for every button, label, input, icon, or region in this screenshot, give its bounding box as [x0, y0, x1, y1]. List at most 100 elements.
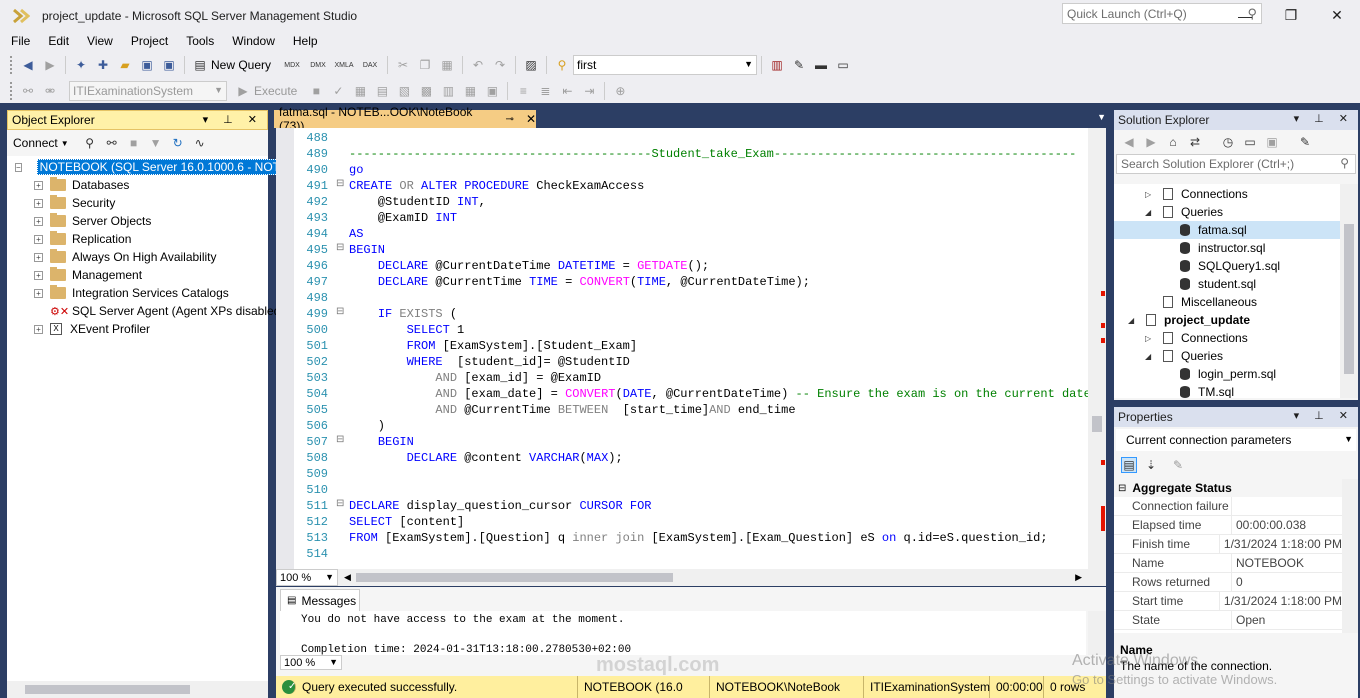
solution-node[interactable]: ◢ project_update — [1114, 311, 1340, 329]
messages-tab[interactable]: ▤ Messages — [280, 589, 360, 611]
solution-node[interactable]: ◢ Queries — [1114, 203, 1340, 221]
include-plan-icon[interactable]: ▩ — [418, 83, 434, 99]
properties-icon[interactable]: ▥ — [769, 57, 785, 73]
execute-button[interactable]: Execute — [254, 84, 297, 98]
code-line[interactable]: 499 IF EXISTS ( — [276, 306, 1086, 322]
estimated-plan-icon[interactable]: ▦ — [352, 83, 368, 99]
code-line[interactable]: 503 AND [exam_id] = @ExamID — [276, 370, 1086, 386]
disconnect-icon[interactable]: ⚮ — [42, 83, 58, 99]
menu-project[interactable]: Project — [120, 34, 175, 48]
editor-hscroll-thumb[interactable] — [355, 573, 673, 582]
expand-icon[interactable]: + — [34, 234, 43, 244]
solution-vscroll[interactable] — [1340, 184, 1358, 398]
code-line[interactable]: 510 — [276, 482, 1086, 498]
solution-node[interactable]: ◢ Queries — [1114, 347, 1340, 365]
dmx-query-icon[interactable]: DMX — [308, 57, 328, 73]
code-line[interactable]: 491 CREATE OR ALTER PROCEDURE CheckExamAc… — [276, 178, 1086, 194]
categorized-icon[interactable]: ▤ — [1121, 457, 1137, 473]
show-all-icon[interactable]: ▣ — [1264, 134, 1280, 150]
collapse-region-icon[interactable]: ⊟ — [336, 498, 344, 510]
solution-search-input[interactable]: Search Solution Explorer (Ctrl+;) ⚲ — [1116, 154, 1356, 174]
cut-icon[interactable]: ✂ — [395, 57, 411, 73]
editor-tab-fatma[interactable]: fatma.sql - NOTEB...OOK\NoteBook (73)) ⊸… — [274, 105, 536, 133]
collapse-icon[interactable]: − — [15, 162, 22, 172]
code-line[interactable]: 490 go — [276, 162, 1086, 178]
refresh-icon[interactable]: ↻ — [170, 135, 186, 151]
wrench-icon[interactable]: ✎ — [791, 57, 807, 73]
cancel-query-icon[interactable]: ■ — [308, 83, 324, 99]
property-row[interactable]: Elapsed time 00:00:00.038 — [1114, 516, 1342, 535]
solution-node[interactable]: fatma.sql — [1114, 221, 1340, 239]
toolbar-grip[interactable] — [10, 56, 13, 74]
menu-file[interactable]: File — [0, 34, 37, 48]
code-line[interactable]: 505 AND @CurrentTime BETWEEN [start_time… — [276, 402, 1086, 418]
expand-icon[interactable]: + — [34, 180, 43, 190]
properties-object-selector[interactable]: Current connection parameters ▼ — [1116, 429, 1356, 451]
tree-item-security[interactable]: + Security — [7, 194, 268, 212]
collapsed-arrow-icon[interactable]: ▷ — [1145, 334, 1155, 343]
scroll-right-icon[interactable]: ▶ — [1075, 572, 1082, 583]
code-line[interactable]: 497 DECLARE @CurrentTime TIME = CONVERT(… — [276, 274, 1086, 290]
code-line[interactable]: 500 SELECT 1 — [276, 322, 1086, 338]
maximize-button[interactable]: ❐ — [1268, 0, 1314, 31]
tree-item-integration-services[interactable]: + Integration Services Catalogs — [7, 284, 268, 302]
collapse-region-icon[interactable]: ⊟ — [336, 178, 344, 190]
expanded-arrow-icon[interactable]: ◢ — [1145, 208, 1155, 217]
code-line[interactable]: 512 SELECT [content] — [276, 514, 1086, 530]
history-icon[interactable]: ◷ — [1220, 134, 1236, 150]
tree-item-server-objects[interactable]: + Server Objects — [7, 212, 268, 230]
mdx-query-icon[interactable]: MDX — [282, 57, 302, 73]
parse-icon[interactable]: ✓ — [330, 83, 346, 99]
connect-plug-icon[interactable]: ⚲ — [82, 135, 98, 151]
server-node[interactable]: − NOTEBOOK (SQL Server 16.0.1000.6 - NOT… — [7, 158, 386, 176]
alphabetical-icon[interactable]: ⇣ — [1143, 457, 1159, 473]
code-line[interactable]: 495 BEGIN — [276, 242, 1086, 258]
properties-header[interactable]: Properties ▾ ⊥ ✕ — [1114, 407, 1358, 427]
comment-icon[interactable]: ≡ — [515, 83, 531, 99]
menu-edit[interactable]: Edit — [37, 34, 76, 48]
code-line[interactable]: 504 AND [exam_date] = CONVERT(DATE, @Cur… — [276, 386, 1090, 402]
messages-zoom-combo[interactable]: 100 % ▼ — [280, 655, 342, 670]
paste-icon[interactable]: ▦ — [439, 57, 455, 73]
uncomment-icon[interactable]: ≣ — [537, 83, 553, 99]
collapsed-arrow-icon[interactable]: ▷ — [1145, 190, 1155, 199]
open-file-icon[interactable]: ▰ — [117, 57, 133, 73]
solution-node[interactable]: SQLQuery1.sql — [1114, 257, 1340, 275]
property-row[interactable]: Name NOTEBOOK — [1114, 554, 1342, 573]
sync-icon[interactable]: ⇄ — [1187, 134, 1203, 150]
expand-icon[interactable]: + — [34, 270, 43, 280]
code-line[interactable]: 511 DECLARE display_question_cursor CURSO… — [276, 498, 1086, 514]
code-line[interactable]: 506 ) — [276, 418, 1086, 434]
menu-window[interactable]: Window — [221, 34, 282, 48]
solution-node[interactable]: TM.sql — [1114, 383, 1340, 398]
intellisense-icon[interactable]: ▧ — [396, 83, 412, 99]
results-grid-icon[interactable]: ▦ — [462, 83, 478, 99]
stop-icon[interactable]: ■ — [126, 135, 142, 151]
object-explorer-hscroll[interactable] — [7, 681, 268, 698]
xmla-query-icon[interactable]: XMLA — [334, 57, 354, 73]
wrench-icon[interactable]: ✎ — [1297, 134, 1313, 150]
solution-explorer-header[interactable]: Solution Explorer ▾ ⊥ ✕ — [1114, 110, 1358, 130]
scroll-left-icon[interactable]: ◀ — [344, 572, 351, 583]
solution-node[interactable]: instructor.sql — [1114, 239, 1340, 257]
results-text-icon[interactable]: ▥ — [440, 83, 456, 99]
solution-node[interactable]: ▷ Connections — [1114, 329, 1340, 347]
expanded-arrow-icon[interactable]: ◢ — [1128, 316, 1138, 325]
expand-icon[interactable]: + — [34, 288, 43, 298]
code-line[interactable]: 501 FROM [ExamSystem].[Student_Exam] — [276, 338, 1086, 354]
code-line[interactable]: 507 BEGIN — [276, 434, 1086, 450]
find-combo[interactable]: first ▼ — [573, 55, 758, 75]
save-all-icon[interactable]: ▣ — [161, 57, 177, 73]
property-category[interactable]: ⊟ Aggregate Status — [1114, 479, 1342, 497]
specify-values-icon[interactable]: ⊕ — [612, 83, 628, 99]
editor-zoom-combo[interactable]: 100 % ▼ — [276, 569, 338, 586]
back-icon[interactable]: ◀ — [20, 57, 36, 73]
code-line[interactable]: 489 -------------------------------------… — [276, 146, 1086, 162]
execute-icon[interactable]: ▶ — [235, 83, 251, 99]
activity-monitor-icon[interactable]: ▨ — [523, 57, 539, 73]
property-row[interactable]: Connection failure — [1114, 497, 1342, 516]
collapse-icon[interactable]: ⊟ — [1118, 483, 1126, 494]
object-explorer-header[interactable]: Object Explorer ▾ ⊥ ✕ — [7, 110, 268, 130]
expand-icon[interactable]: + — [34, 216, 43, 226]
code-line[interactable]: 494 AS — [276, 226, 1086, 242]
